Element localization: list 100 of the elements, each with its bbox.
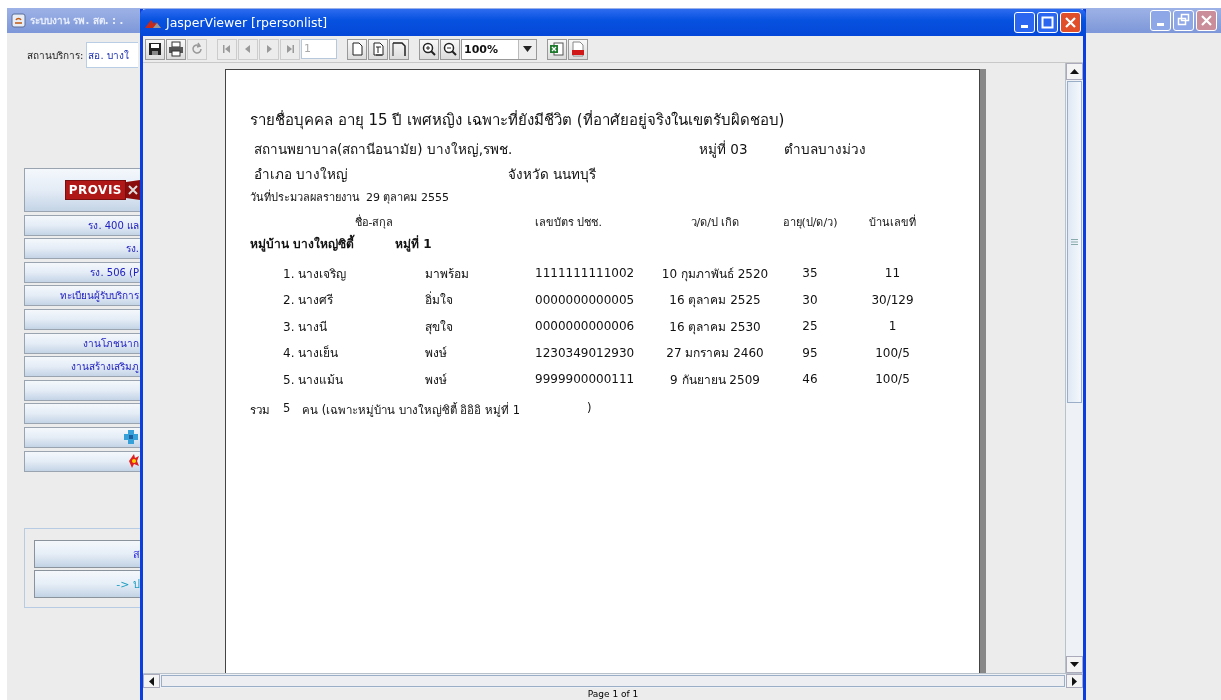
hospital-name: สถานพยาบาล(สถานีอนามัย) บางใหญ่,รพช.	[254, 140, 514, 159]
menu-button[interactable]	[24, 403, 140, 425]
save-button[interactable]	[145, 38, 165, 60]
scroll-left-button[interactable]	[143, 674, 160, 688]
horizontal-scrollbar[interactable]	[143, 673, 1083, 688]
grip-icon	[1071, 239, 1078, 245]
minimize-icon	[1157, 23, 1164, 26]
close-button[interactable]	[1060, 12, 1081, 33]
fit-page-icon	[370, 41, 386, 57]
table-cell-text: 1	[887, 319, 898, 334]
print-button[interactable]	[166, 38, 186, 60]
table-cell-text: พงษ์	[425, 345, 448, 363]
report-date: 29 ตุลาคม 2555	[366, 190, 449, 206]
table-cell-text: 9 กันยายน 2509	[669, 371, 761, 389]
table-cell-text: 1111111111002	[535, 266, 636, 281]
table-cell-text: 1230349012930	[535, 345, 636, 360]
caret-icon	[523, 46, 532, 52]
table-cell-text: อิ่มใจ	[425, 290, 454, 310]
table-cell-text: 10 กุมภาพันธ์ 2520	[660, 265, 770, 283]
table-cell-text: มาพร้อม	[425, 265, 470, 283]
table-cell-text: 1. นางเจริญ	[283, 265, 348, 283]
maximize-button[interactable]	[1037, 12, 1058, 33]
menu-button[interactable]: งานสร้างเสริมภู	[24, 356, 140, 378]
column-header: ชื่อ-สกุล	[353, 213, 395, 231]
close-button[interactable]	[1196, 10, 1217, 31]
cross-icon	[123, 429, 139, 446]
minimize-button[interactable]	[1014, 12, 1035, 33]
restore-button[interactable]	[1173, 10, 1194, 31]
menu-button[interactable]	[24, 379, 140, 401]
scroll-down-button[interactable]	[1066, 656, 1083, 673]
column-header: ว/ด/ป เกิด	[689, 215, 741, 231]
menu-button[interactable]	[24, 426, 140, 448]
table-cell-text: 30/129	[870, 292, 915, 307]
maximize-icon	[1039, 14, 1056, 31]
app-icon	[11, 13, 26, 28]
district: อำเภอ บางใหญ่	[254, 165, 350, 184]
status-text: Page 1 of 1	[586, 688, 640, 700]
table-cell-text: 4. นางเย็น	[283, 344, 340, 363]
column-header: เลขบัตร ปชช.	[535, 215, 603, 231]
service-field[interactable]: สอ. บางใ	[86, 42, 139, 68]
vertical-scrollbar[interactable]	[1065, 63, 1083, 673]
scroll-thumb[interactable]	[1067, 81, 1082, 403]
right-arrow-icon	[1072, 676, 1077, 686]
burst-icon	[129, 454, 139, 469]
zoom-out-button[interactable]	[440, 38, 460, 60]
spreadsheet-button[interactable]	[547, 38, 567, 60]
page-button[interactable]	[347, 38, 367, 60]
logo-emblem-icon	[126, 178, 140, 202]
window-title: ระบบงาน รพ. สต. : .	[30, 14, 124, 28]
table-cell-text: 0000000000005	[535, 292, 636, 307]
scroll-right-button[interactable]	[1066, 674, 1083, 688]
table-cell-text: 27 มกราคม 2460	[665, 345, 765, 363]
menu-button[interactable]: รง. 506 (P	[24, 261, 140, 283]
zoom-in-icon	[421, 41, 437, 57]
table-cell-text: 5. นางแม้น	[283, 371, 345, 389]
summary-text: คน (เฉพาะหมู่บ้าน บางใหญ่ซิตี้ อิอิอิ หมู่ที่ 1	[302, 401, 522, 419]
logo-text: PROVIS	[64, 180, 126, 200]
table-cell-text: 30	[801, 292, 819, 307]
menu-button[interactable]: ทะเบียนผู้รับบริการ	[24, 285, 140, 307]
fit-page-button[interactable]	[368, 38, 388, 60]
logo-button[interactable]: PROVIS	[24, 168, 140, 212]
pdf-button[interactable]	[568, 38, 588, 60]
date-label: วันที่ประมวลผลรายงาน	[250, 188, 360, 206]
fit-width-button[interactable]	[389, 38, 409, 60]
menu-button[interactable]: รง. 400 แล	[24, 214, 140, 236]
zoom-dropdown[interactable]: 100%	[461, 38, 537, 60]
table-cell-text: พงษ์	[425, 371, 448, 389]
minimize-button[interactable]	[1150, 10, 1171, 31]
summary-paren: )	[587, 400, 592, 417]
summary-count: 5	[283, 400, 292, 417]
left-arrow-icon	[149, 676, 154, 686]
table-cell-text: 16 ตุลาคม 2525	[668, 292, 762, 310]
reload-icon	[189, 41, 205, 57]
table-cell-text: 100/5	[874, 345, 911, 360]
village-number: หมู่ที่ 03	[699, 139, 749, 160]
table-cell-text: สุขใจ	[425, 318, 454, 336]
save-icon	[147, 41, 163, 57]
scroll-thumb[interactable]	[161, 675, 1065, 687]
menu-button[interactable]: งานโภชนาก	[24, 332, 140, 354]
province: จังหวัด นนทบุรี	[508, 165, 597, 185]
table-cell-text: 11	[883, 266, 902, 281]
table-cell-text: 25	[801, 319, 819, 334]
table-cell-text: 16 ตุลาคม 2530	[668, 318, 762, 336]
down-arrow-icon	[1070, 662, 1079, 667]
table-cell-text: 35	[801, 266, 819, 281]
menu-button[interactable]: รง.	[24, 238, 140, 260]
scroll-up-button[interactable]	[1066, 63, 1083, 80]
menu-button[interactable]	[24, 450, 140, 472]
table-cell-text: 95	[801, 345, 819, 360]
zoom-out-icon	[442, 41, 458, 57]
page-icon	[349, 41, 365, 57]
zoom-in-button[interactable]	[419, 38, 439, 60]
fit-width-icon	[391, 41, 407, 57]
minimize-icon	[1021, 25, 1028, 28]
summary-label: รวม	[250, 401, 271, 419]
panel-button[interactable]: ส	[34, 539, 140, 568]
report-title: รายชื่อบุคคล อายุ 15 ปี เพศหญิง เฉพาะที่ยังมีชีวิต (ที่อาศัยอยู่จริงในเขตรับผิดชอบ)	[250, 109, 786, 132]
up-arrow-icon	[1070, 69, 1079, 74]
menu-button[interactable]	[24, 308, 140, 330]
zoom-value: 100%	[463, 41, 499, 58]
